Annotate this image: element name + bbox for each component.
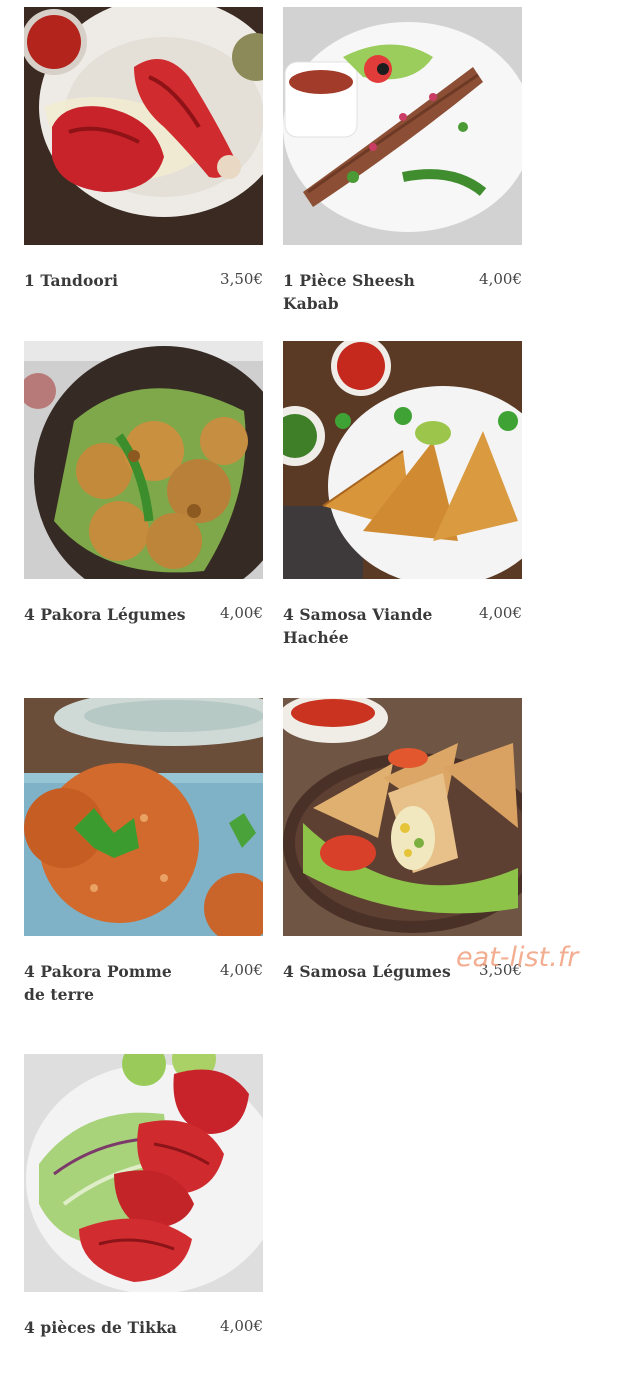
menu-item-price: 4,00€ bbox=[220, 961, 263, 979]
chicken-tikka-icon[interactable] bbox=[24, 1054, 263, 1292]
menu-item-price: 3,50€ bbox=[220, 270, 263, 288]
vegetable-samosa-icon[interactable] bbox=[283, 698, 522, 936]
menu-item-price: 4,00€ bbox=[479, 604, 522, 622]
menu-item-name: 1 Pièce Sheesh Kabab bbox=[283, 271, 415, 313]
menu-item-price: 4,00€ bbox=[220, 1317, 263, 1335]
menu-item-name: 4 Samosa Légumes bbox=[283, 962, 451, 981]
vegetable-pakora-icon[interactable] bbox=[24, 341, 263, 579]
menu-item-name: 1 Tandoori bbox=[24, 271, 119, 290]
menu-item-name: 4 Pakora Légumes bbox=[24, 605, 186, 624]
menu-item-price: 4,00€ bbox=[220, 604, 263, 622]
menu-item-name: 4 Samosa Viande Hachée bbox=[283, 605, 433, 647]
watermark: eat-list.fr bbox=[456, 942, 579, 973]
tandoori-chicken-icon[interactable] bbox=[24, 7, 263, 245]
meat-samosa-icon[interactable] bbox=[283, 341, 522, 579]
menu-item-price: 4,00€ bbox=[479, 270, 522, 288]
menu-item-name: 4 Pakora Pomme de terre bbox=[24, 962, 172, 1004]
potato-pakora-icon[interactable] bbox=[24, 698, 263, 936]
menu-item-name: 4 pièces de Tikka bbox=[24, 1318, 177, 1337]
sheesh-kabab-icon[interactable] bbox=[283, 7, 522, 245]
